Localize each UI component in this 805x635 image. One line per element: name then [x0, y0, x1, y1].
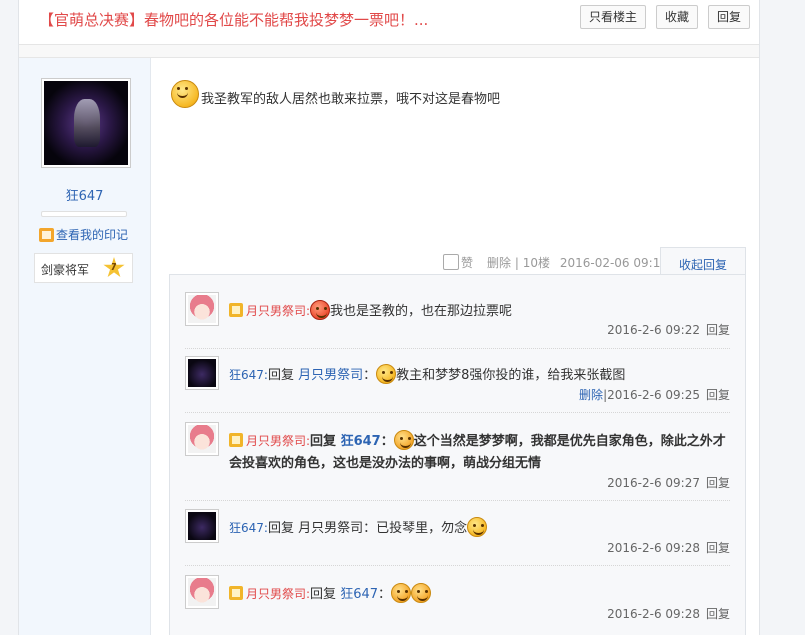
- floor-divider: [19, 45, 759, 58]
- smile-emoji-icon: [376, 364, 397, 384]
- list-item: 月只男祭司: 我也是圣教的，也在那边拉票呢 2016-2-6 09:22 回复: [185, 292, 730, 349]
- reply-text: 教主和梦梦8强你投的谁，给我来张截图: [396, 368, 626, 383]
- favorite-button[interactable]: 收藏: [656, 5, 699, 29]
- reply-time: 2016-2-6 09:28: [607, 607, 700, 621]
- reply-avatar[interactable]: [185, 292, 219, 326]
- only-op-button[interactable]: 只看楼主: [580, 5, 647, 29]
- reply-action-link[interactable]: 回复: [706, 607, 730, 621]
- reply-button[interactable]: 回复: [708, 5, 751, 29]
- reply-time: 2016-2-6 09:28: [607, 541, 700, 555]
- thumb-up-icon: [443, 254, 459, 270]
- thread-header: 【官萌总决赛】春物吧的各位能不能帮我投梦梦一票吧！... 只看楼主 收藏 回复: [19, 0, 759, 45]
- reply-target: 月只男祭司: [298, 521, 364, 536]
- reply-colon: ：: [363, 368, 377, 383]
- thread-page: 【官萌总决赛】春物吧的各位能不能帮我投梦梦一票吧！... 只看楼主 收藏 回复 …: [18, 0, 760, 635]
- reply-target-link[interactable]: 月只男祭司: [298, 368, 363, 383]
- reply-delete-link[interactable]: 删除: [579, 388, 603, 402]
- smile-emoji-icon: [171, 80, 199, 108]
- vip-icon: [229, 303, 243, 317]
- reply-user[interactable]: 狂647:: [229, 368, 268, 382]
- reply-meta: 2016-2-6 09:28 回复: [607, 605, 730, 622]
- reply-avatar[interactable]: [185, 356, 219, 390]
- reply-time: |2016-2-6 09:25: [603, 388, 700, 402]
- cry-emoji-icon: [391, 583, 412, 603]
- author-avatar[interactable]: [41, 78, 131, 168]
- reply-meta: 2016-2-6 09:27 回复: [607, 474, 730, 491]
- reply-action-link[interactable]: 回复: [706, 388, 730, 402]
- reply-user[interactable]: 月只男祭司:: [246, 587, 310, 601]
- reply-prefix: 回复: [310, 434, 337, 449]
- reply-time: 2016-2-6 09:27: [607, 476, 700, 490]
- thread-title-tag: 【官萌总决赛】: [39, 11, 145, 29]
- thread-title: 【官萌总决赛】春物吧的各位能不能帮我投梦梦一票吧！...: [39, 9, 428, 30]
- list-item: 月只男祭司:回复 狂647： 这个当然是梦梦啊，我都是优先自家角色，除此之外才会投…: [185, 422, 730, 501]
- reply-action-link[interactable]: 回复: [706, 541, 730, 555]
- reply-action-link[interactable]: 回复: [706, 323, 730, 337]
- smile-emoji-icon: [467, 517, 488, 537]
- list-item: 狂647:回复 月只男祭司：已投琴里，勿念 2016-2-6 09:28 回复: [185, 509, 730, 566]
- cry-emoji-icon: [393, 430, 414, 450]
- reply-list: 月只男祭司: 我也是圣教的，也在那边拉票呢 2016-2-6 09:22 回复 狂6…: [169, 274, 746, 635]
- vip-icon: [229, 433, 243, 447]
- book-icon: [39, 228, 54, 242]
- rank-level: 7: [110, 262, 117, 273]
- reply-meta: 2016-2-6 09:22 回复: [607, 321, 730, 338]
- author-column: 狂647 查看我的印记 剑豪将军 7: [19, 58, 151, 635]
- level-star-icon: 7: [103, 257, 125, 278]
- reply-prefix: 回复: [310, 587, 337, 602]
- rank-badge[interactable]: 剑豪将军 7: [34, 253, 133, 283]
- collapse-replies-button[interactable]: 收起回复: [660, 247, 746, 275]
- reply-avatar[interactable]: [185, 509, 219, 543]
- rank-title: 剑豪将军: [41, 263, 90, 277]
- reply-user[interactable]: 狂647:: [229, 521, 268, 535]
- list-item: 月只男祭司:回复 狂647： 2016-2-6 09:28 回复: [185, 575, 730, 631]
- reply-avatar[interactable]: [185, 422, 219, 456]
- reply-user[interactable]: 月只男祭司:: [246, 304, 310, 318]
- vip-icon: [229, 586, 243, 600]
- reply-target-link[interactable]: 狂647: [341, 434, 381, 449]
- reply-target-link[interactable]: 狂647: [340, 587, 378, 602]
- reply-prefix: 回复: [267, 521, 294, 536]
- post-delete-link[interactable]: 删除: [487, 256, 511, 270]
- reply-colon: ：: [380, 434, 394, 449]
- reply-prefix: 回复: [267, 368, 294, 383]
- reply-colon: ：: [378, 587, 392, 602]
- reply-avatar[interactable]: [185, 575, 219, 609]
- reply-text: 已投琴里，勿念: [376, 521, 468, 536]
- smile-emoji-icon: [310, 300, 331, 320]
- reply-colon: ：: [363, 521, 377, 536]
- reply-action-link[interactable]: 回复: [706, 476, 730, 490]
- reply-user[interactable]: 月只男祭司:: [246, 434, 310, 448]
- post-meta-sep: |: [514, 256, 519, 270]
- post-text: 我圣教军的敌人居然也敢来拉票，哦不对这是春物吧: [201, 92, 501, 107]
- list-item: 狂647:回复 月只男祭司： 教主和梦梦8强你投的谁，给我来张截图 删除|2016…: [185, 356, 730, 413]
- reply-text: 我也是圣教的，也在那边拉票呢: [330, 304, 513, 319]
- post-time: 2016-02-06 09:14: [559, 256, 668, 270]
- post-content: 我圣教军的敌人居然也敢来拉票，哦不对这是春物吧: [171, 80, 500, 108]
- cry-emoji-icon: [411, 583, 432, 603]
- view-mark-link[interactable]: 查看我的印记: [39, 226, 128, 243]
- like-button[interactable]: 赞: [443, 254, 473, 271]
- post-floor: 10楼: [522, 256, 550, 270]
- reply-meta: 2016-2-6 09:28 回复: [607, 539, 730, 556]
- post-meta: 删除 | 10楼 2016-02-06 09:14: [487, 254, 668, 271]
- author-name[interactable]: 狂647: [19, 185, 150, 204]
- level-bar: [41, 211, 127, 217]
- view-mark-label: 查看我的印记: [56, 228, 129, 242]
- collapse-label: 收起回复: [679, 258, 728, 272]
- like-label: 赞: [461, 256, 474, 270]
- reply-meta: 删除|2016-2-6 09:25 回复: [579, 386, 730, 403]
- reply-time: 2016-2-6 09:22: [607, 323, 700, 337]
- thread-title-text: 春物吧的各位能不能帮我投梦梦一票吧！...: [144, 11, 429, 29]
